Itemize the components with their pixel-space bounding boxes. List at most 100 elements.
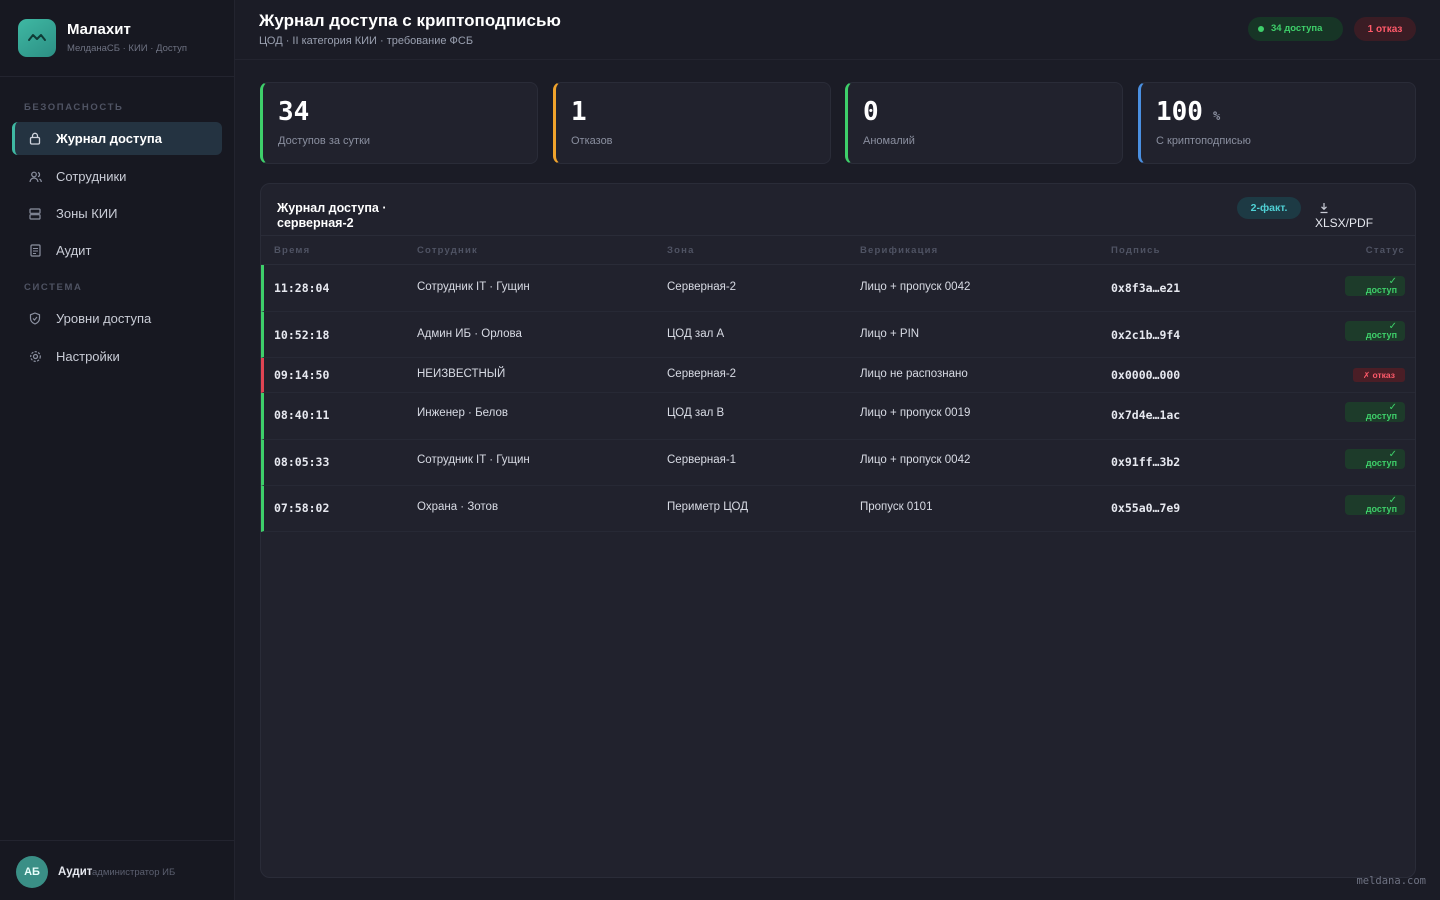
status-badge: ✗ отказ — [1353, 368, 1405, 382]
sidebar-item-label: Журнал доступа — [56, 131, 162, 146]
sidebar-item-label: Уровни доступа — [56, 311, 152, 326]
sidebar-item-label: Аудит — [56, 243, 92, 258]
stat-card-denials: 1 Отказов — [553, 82, 831, 164]
cell-signature: 0x0000…000 — [1111, 368, 1181, 382]
cell-signature: 0x7d4e…1ac — [1111, 408, 1181, 422]
cell-employee: Админ ИБ · Орлова — [417, 328, 522, 340]
stat-value: 34 — [278, 97, 310, 127]
sidebar-item-label: Настройки — [56, 349, 120, 364]
stat-label: Отказов — [571, 135, 613, 147]
sidebar-item-audit[interactable]: Аудит — [12, 234, 222, 267]
sidebar-item-label: Зоны КИИ — [56, 206, 118, 221]
status-badge: ✓ доступ — [1345, 402, 1405, 422]
user-role: администратор ИБ — [92, 867, 176, 878]
cell-time: 09:14:50 — [274, 368, 330, 382]
app-subtitle: МелданаСБ · КИИ · Доступ — [67, 43, 187, 54]
cell-verification: Пропуск 0101 — [860, 501, 933, 513]
cell-time: 10:52:18 — [274, 328, 330, 342]
cell-time: 08:05:33 — [274, 455, 330, 469]
table-row[interactable]: 10:52:18 Админ ИБ · Орлова ЦОД зал А Лиц… — [261, 312, 1415, 358]
column-header-status[interactable]: Статус — [1366, 245, 1405, 256]
cell-signature: 0x2c1b…9f4 — [1111, 328, 1181, 342]
status-label: доступ — [1365, 458, 1397, 468]
stat-card-anomalies: 0 Аномалий — [845, 82, 1123, 164]
access-log-panel: Журнал доступа · серверная-2 2-факт. XLS… — [260, 183, 1416, 878]
cell-verification: Лицо не распознано — [860, 368, 968, 380]
cell-verification: Лицо + PIN — [860, 328, 920, 340]
page-subtitle: ЦОД · II категория КИИ · требование ФСБ — [259, 35, 474, 47]
table-row[interactable]: 09:14:50 НЕИЗВЕСТНЫЙ Серверная-2 Лицо не… — [261, 358, 1415, 393]
status-badge: ✓ доступ — [1345, 321, 1405, 341]
cell-time: 11:28:04 — [274, 281, 330, 295]
export-label: XLSX/PDF — [1315, 216, 1374, 230]
cell-signature: 0x8f3a…e21 — [1111, 281, 1181, 295]
cell-zone: ЦОД зал В — [667, 407, 725, 419]
app-logo-icon — [18, 19, 56, 57]
brand: Малахит МелданаСБ · КИИ · Доступ — [18, 18, 228, 72]
cell-verification: Лицо + пропуск 0042 — [860, 454, 971, 466]
cell-employee: Сотрудник IT · Гущин — [417, 454, 530, 466]
table-header: Время Сотрудник Зона Верификация Подпись… — [261, 235, 1415, 265]
cell-zone: Серверная-2 — [667, 368, 737, 380]
section-label-security: Безопасность — [24, 102, 124, 113]
cell-zone: Периметр ЦОД — [667, 501, 748, 513]
cell-time: 08:40:11 — [274, 408, 330, 422]
two-factor-filter[interactable]: 2-факт. — [1237, 197, 1301, 219]
table-row[interactable]: 08:05:33 Сотрудник IT · Гущин Серверная-… — [261, 440, 1415, 486]
sidebar-item-zones[interactable]: Зоны КИИ — [12, 197, 222, 230]
export-button[interactable]: XLSX/PDF — [1315, 200, 1385, 232]
stat-label: Доступов за сутки — [278, 135, 371, 147]
cell-employee: Сотрудник IT · Гущин — [417, 281, 530, 293]
shield-icon — [28, 312, 42, 326]
panel-title: Журнал доступа · серверная-2 — [277, 201, 387, 230]
page-title: Журнал доступа с криптоподписью — [259, 11, 561, 30]
cell-verification: Лицо + пропуск 0042 — [860, 281, 971, 293]
section-label-system: Система — [24, 282, 83, 293]
cell-employee: Инженер · Белов — [417, 407, 508, 419]
status-dot-icon — [1258, 26, 1264, 32]
stat-value: 100 — [1156, 97, 1203, 127]
app-name: Малахит — [67, 21, 131, 38]
access-count-label: 34 доступа — [1271, 23, 1323, 34]
cell-time: 07:58:02 — [274, 501, 330, 515]
table-row[interactable]: 11:28:04 Сотрудник IT · Гущин Серверная-… — [261, 265, 1415, 312]
column-header-employee[interactable]: Сотрудник — [417, 245, 478, 256]
user-panel[interactable]: АБ Аудит администратор ИБ — [0, 840, 234, 900]
status-badge: ✓ доступ — [1345, 495, 1405, 515]
page-header: Журнал доступа с криптоподписью ЦОД · II… — [235, 0, 1440, 60]
table-row[interactable]: 07:58:02 Охрана · Зотов Периметр ЦОД Про… — [261, 486, 1415, 532]
column-header-zone[interactable]: Зона — [667, 245, 695, 256]
stat-value: 1 — [571, 97, 587, 127]
stat-card-accesses: 34 Доступов за сутки — [260, 82, 538, 164]
column-header-time[interactable]: Время — [274, 245, 310, 256]
divider — [0, 76, 234, 77]
document-icon — [28, 244, 42, 258]
sidebar-item-employees[interactable]: Сотрудники — [12, 160, 222, 193]
watermark: meldana.com — [1356, 875, 1426, 887]
cell-zone: Серверная-1 — [667, 454, 737, 466]
denied-count-badge: 1 отказ — [1354, 17, 1416, 41]
sidebar-item-access-levels[interactable]: Уровни доступа — [12, 302, 222, 335]
server-icon — [28, 207, 42, 221]
table-row[interactable]: 08:40:11 Инженер · Белов ЦОД зал В Лицо … — [261, 393, 1415, 440]
gear-icon — [28, 350, 42, 364]
access-count-badge: 34 доступа — [1248, 17, 1343, 41]
cell-zone: Серверная-2 — [667, 281, 737, 293]
column-header-verification[interactable]: Верификация — [860, 245, 938, 256]
sidebar-item-settings[interactable]: Настройки — [12, 340, 222, 373]
status-badge: ✓ доступ — [1345, 449, 1405, 469]
cell-zone: ЦОД зал А — [667, 328, 725, 340]
lock-icon — [28, 132, 42, 146]
status-badge: ✓ доступ — [1345, 276, 1405, 296]
sidebar-item-access-log[interactable]: Журнал доступа — [12, 122, 222, 155]
stat-unit: % — [1212, 109, 1221, 123]
status-label: доступ — [1365, 285, 1397, 295]
column-header-signature[interactable]: Подпись — [1111, 245, 1161, 256]
stat-label: Аномалий — [863, 135, 915, 147]
sidebar: Малахит МелданаСБ · КИИ · Доступ Безопас… — [0, 0, 235, 900]
status-label: доступ — [1365, 411, 1397, 421]
cell-employee: НЕИЗВЕСТНЫЙ — [417, 368, 506, 380]
users-icon — [28, 170, 42, 184]
user-name: Аудит — [58, 866, 93, 878]
avatar[interactable]: АБ — [16, 856, 48, 888]
